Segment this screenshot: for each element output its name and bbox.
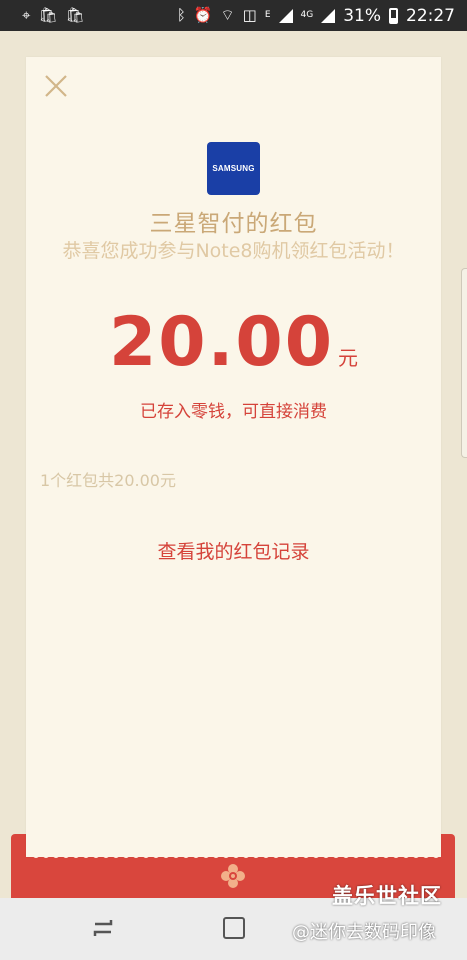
shopping-bag-icon-2: 🛍︎ — [65, 6, 85, 24]
flower-emblem-icon — [221, 864, 245, 888]
amount-unit: 元 — [338, 346, 359, 370]
shopping-bag-icon: 🛍︎ — [38, 6, 58, 24]
clock: 22:27 — [406, 5, 455, 26]
nfc-icon: ◫ — [242, 6, 257, 24]
samsung-logo: SAMSUNG — [207, 142, 260, 195]
packet-summary: 1个红包共20.00元 — [40, 471, 176, 490]
packet-title: 三星智付的红包 — [149, 211, 318, 237]
close-icon[interactable] — [43, 73, 69, 99]
status-right-icons: ᛒ ⏰ ⌔ ◫ E 4G 31% 22:27 — [177, 6, 455, 26]
saved-to-wallet-note: 已存入零钱，可直接消费 — [140, 402, 327, 422]
watermark-community: 盖乐世社区 — [332, 884, 442, 908]
view-records-link[interactable]: 查看我的红包记录 — [0, 537, 467, 564]
network-type-4g: 4G — [300, 10, 314, 20]
samsung-logo-text: SAMSUNG — [212, 164, 255, 173]
battery-percent: 31% — [343, 5, 381, 26]
battery-icon — [389, 7, 398, 24]
watermark-author: @迷你去数码印像 — [292, 922, 436, 943]
alarm-icon: ⏰ — [193, 6, 213, 24]
network-type-e: E — [264, 10, 271, 20]
signal-icon-2 — [321, 8, 336, 23]
amount-display: 20.00 元 — [0, 303, 467, 382]
signal-icon — [278, 8, 293, 23]
status-left-icons: ⌖ 🛍︎ 🛍︎ — [22, 8, 85, 23]
packet-subtitle: 恭喜您成功参与Note8购机领红包活动！ — [62, 240, 405, 262]
recent-apps-icon[interactable] — [91, 916, 115, 940]
wifi-icon: ⌔ — [220, 6, 235, 24]
status-bar: ⌖ 🛍︎ 🛍︎ ᛒ ⏰ ⌔ ◫ E 4G 31% 22:27 — [0, 0, 467, 31]
home-button[interactable] — [223, 917, 245, 939]
amount-value: 20.00 — [108, 303, 335, 382]
settings-assist-icon: ⌖ — [22, 6, 31, 24]
card-zigzag-edge — [26, 850, 441, 858]
bluetooth-icon: ᛒ — [176, 6, 186, 24]
